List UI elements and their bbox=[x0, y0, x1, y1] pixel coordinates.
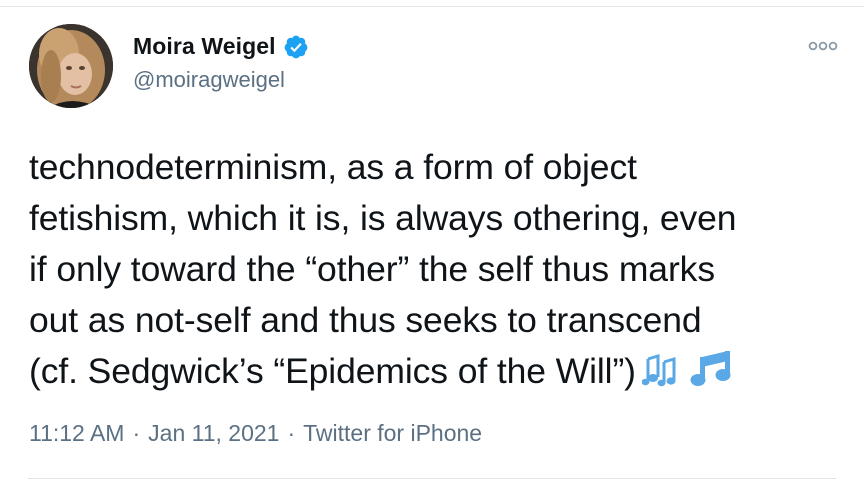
tweet-time[interactable]: 11:12 AM bbox=[29, 420, 124, 447]
tweet-card: Moira Weigel @moiragweigel technodetermi… bbox=[0, 0, 864, 486]
author-name-row: Moira Weigel bbox=[133, 33, 309, 60]
tweet-source[interactable]: Twitter for iPhone bbox=[303, 420, 482, 447]
bottom-divider bbox=[28, 478, 836, 479]
top-divider bbox=[0, 6, 864, 7]
avatar-image bbox=[29, 24, 113, 108]
tweet-meta: 11:12 AM · Jan 11, 2021 · Twitter for iP… bbox=[29, 420, 482, 447]
musical-note-icon bbox=[690, 351, 731, 386]
tweet-text: technodeterminism, as a form of object f… bbox=[29, 147, 737, 391]
avatar[interactable] bbox=[29, 24, 113, 108]
meta-separator-2: · bbox=[287, 420, 296, 446]
meta-separator: · bbox=[132, 420, 141, 446]
emoji-group bbox=[641, 349, 734, 401]
more-options-icon bbox=[808, 41, 838, 51]
multiple-musical-notes-icon bbox=[641, 353, 676, 387]
verified-badge-icon bbox=[283, 34, 309, 60]
more-options-button[interactable] bbox=[808, 36, 838, 56]
author-handle[interactable]: @moiragweigel bbox=[133, 67, 285, 93]
author-display-name[interactable]: Moira Weigel bbox=[133, 33, 276, 60]
tweet-date[interactable]: Jan 11, 2021 bbox=[148, 420, 279, 447]
tweet-body: technodeterminism, as a form of object f… bbox=[29, 142, 849, 401]
